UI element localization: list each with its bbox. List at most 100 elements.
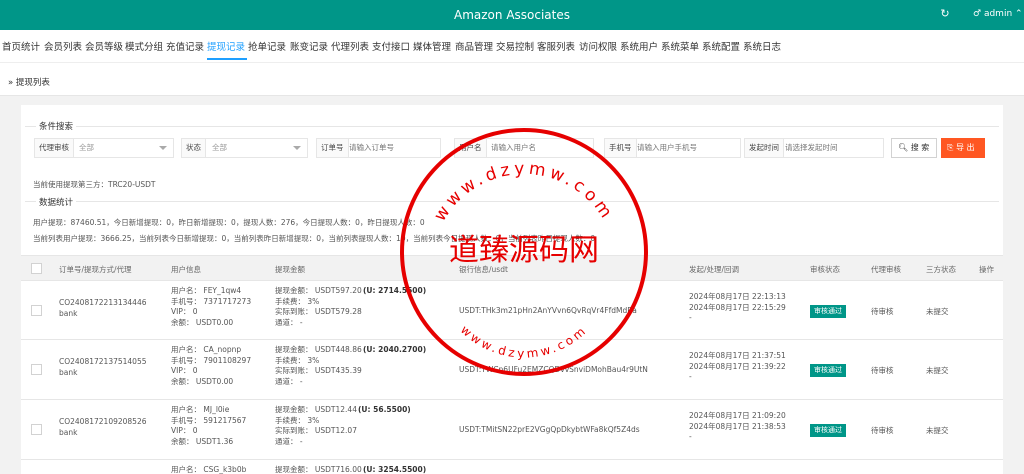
content-card: 条件搜索 代理审核 全部 状态 全部 订单号 用户名 手机号 发起时间 🔍︎ 搜…	[21, 105, 1003, 474]
nav-item[interactable]: 系统配置	[702, 39, 740, 53]
select-all-checkbox[interactable]	[31, 263, 42, 274]
agent-audit-status: 待审核	[871, 366, 894, 375]
user-icon: ♂	[973, 9, 982, 19]
main-nav: 首页统计 会员列表 会员等级 模式分组 充值记录 提现记录 抢单记录 账变记录 代理列表 支付接口…	[0, 30, 1024, 62]
start-time-input[interactable]	[785, 139, 881, 157]
username: 用户名： CSG_k3b0b	[171, 465, 247, 474]
order-number: CO2408172213134446	[59, 298, 147, 307]
phone-field[interactable]: 手机号	[604, 138, 741, 158]
username: 用户名： FEY_1qw4	[171, 286, 242, 295]
third-party-status: 未提交	[926, 366, 949, 375]
nav-item[interactable]: 账变记录	[290, 39, 328, 53]
chevron-down-icon	[293, 146, 301, 150]
column-header: 发起/处理/回调	[689, 265, 740, 274]
nav-item[interactable]: 会员列表	[44, 39, 82, 53]
active-nav-indicator	[207, 58, 247, 60]
status-badge: 审核通过	[810, 424, 846, 437]
nav-item[interactable]: 系统用户	[620, 39, 658, 53]
withdraw-amount-u: (U: 3254.5500)	[363, 465, 427, 474]
channel: 通道： -	[275, 436, 303, 446]
nav-item[interactable]: 首页统计	[2, 39, 40, 53]
column-header: 操作	[979, 265, 994, 274]
nav-item[interactable]: 媒体管理	[413, 39, 451, 53]
nav-item[interactable]: 会员等级	[85, 39, 123, 53]
order-number: CO2408172137514055	[59, 357, 147, 366]
start-time-field[interactable]: 发起时间	[744, 138, 884, 158]
username: 用户名： CA_nopnp	[171, 345, 242, 354]
nav-item[interactable]: 代理列表	[331, 39, 369, 53]
username-input[interactable]	[491, 139, 589, 157]
app-title: Amazon Associates	[454, 8, 570, 22]
nav-item[interactable]: 充值记录	[166, 39, 204, 53]
third-party-text: 当前使用提现第三方：TRC20-USDT	[33, 180, 156, 189]
nav-item[interactable]: 模式分组	[125, 39, 163, 53]
fee: 手续费： 3%	[275, 415, 320, 425]
received-amount: 实际到账： USDT12.07	[275, 426, 357, 435]
table-row: CO2408172109208526 bank 用户名： MJ_l0ie 手机号： 5…	[21, 400, 1003, 460]
row-checkbox[interactable]	[31, 305, 42, 316]
withdraw-method: bank	[59, 309, 78, 318]
search-title: 条件搜索	[36, 120, 77, 132]
nav-item[interactable]: 商品管理	[455, 39, 493, 53]
agent-audit-status: 待审核	[871, 307, 894, 316]
stats-line-1: 用户提现：87460.51，今日新增提现：0，昨日新增提现：0，提现人数：276…	[33, 218, 425, 227]
nav-item[interactable]: 交易控制	[496, 39, 534, 53]
export-button[interactable]: ⎘ 导 出	[941, 138, 985, 158]
row-checkbox[interactable]	[31, 424, 42, 435]
fee: 手续费： 3%	[275, 296, 320, 306]
withdraw-amount: 提现金额： USDT597.20	[275, 286, 362, 295]
status-badge: 审核通过	[810, 364, 846, 377]
nav-item[interactable]: 抢单记录	[248, 39, 286, 53]
agent-audit-status: 待审核	[871, 426, 894, 435]
column-header: 订单号/提现方式/代理	[59, 265, 132, 274]
table-row: CO2408172137514055 bank 用户名： CA_nopnp 手机号： …	[21, 340, 1003, 400]
nav-item[interactable]: 支付接口	[372, 39, 410, 53]
vip-level: VIP： 0	[171, 366, 198, 375]
column-header: 代理审核	[871, 265, 901, 274]
withdraw-amount-u: (U: 56.5500)	[358, 405, 411, 414]
usdt-address: USDT:TMitSN22prE2VGgQpDkybtWFa8kQf5Z4ds	[459, 425, 640, 434]
row-checkbox[interactable]	[31, 364, 42, 375]
phone: 手机号： 591217567	[171, 415, 247, 425]
order-number-input[interactable]	[349, 139, 437, 157]
top-header: Amazon Associates ↻ ♂ admin ⌃	[0, 0, 1024, 30]
third-party-status: 未提交	[926, 307, 949, 316]
username-field[interactable]: 用户名	[454, 138, 594, 158]
balance: 余额： USDT0.00	[171, 317, 234, 327]
column-header: 银行信息/usdt	[459, 265, 508, 274]
nav-item[interactable]: 客服列表	[537, 39, 575, 53]
stats-title: 数据统计	[36, 196, 77, 208]
vip-level: VIP： 0	[171, 426, 198, 435]
nav-item[interactable]: 提现记录	[207, 39, 245, 53]
search-icon: 🔍︎	[898, 143, 909, 152]
phone-input[interactable]	[637, 139, 737, 157]
breadcrumb-text: » 提现列表	[8, 78, 50, 88]
nav-item[interactable]: 系统菜单	[661, 39, 699, 53]
channel: 通道： -	[275, 317, 303, 327]
withdraw-amount-u: (U: 2040.2700)	[363, 345, 427, 354]
withdraw-amount: 提现金额： USDT12.44	[275, 405, 357, 414]
status-select[interactable]: 状态 全部	[181, 138, 308, 158]
order-number-field[interactable]: 订单号	[316, 138, 441, 158]
nav-item[interactable]: 系统日志	[743, 39, 781, 53]
refresh-icon[interactable]: ↻	[935, 7, 955, 23]
breadcrumb: » 提现列表	[0, 62, 1024, 96]
user-menu[interactable]: ♂ admin ⌃	[973, 9, 1023, 19]
order-number: CO2408172109208526	[59, 417, 147, 426]
phone: 手机号： 7371717273	[171, 296, 252, 306]
table-row: 用户名： CSG_k3b0b 提现金额： USDT716.00 (U: 3254.5…	[21, 460, 1003, 474]
callback-time: -	[689, 372, 692, 381]
callback-time: -	[689, 313, 692, 322]
user-name: admin	[983, 9, 1013, 19]
nav-item[interactable]: 访问权限	[579, 39, 617, 53]
search-button[interactable]: 🔍︎ 搜 索	[891, 138, 937, 158]
fee: 手续费： 3%	[275, 355, 320, 365]
processed-time: 2024年08月17日 22:15:29	[689, 302, 786, 312]
agent-audit-select[interactable]: 代理审核 全部	[34, 138, 174, 158]
processed-time: 2024年08月17日 21:38:53	[689, 421, 786, 431]
column-header: 三方状态	[926, 265, 956, 274]
stats-line-2: 当前列表用户提现：3666.25，当前列表今日新增提现：0，当前列表昨日新增提现…	[33, 234, 596, 243]
stats-fieldset-line	[25, 201, 999, 202]
chevron-up-icon: ⌃	[1015, 9, 1023, 19]
created-time: 2024年08月17日 21:09:20	[689, 411, 786, 420]
